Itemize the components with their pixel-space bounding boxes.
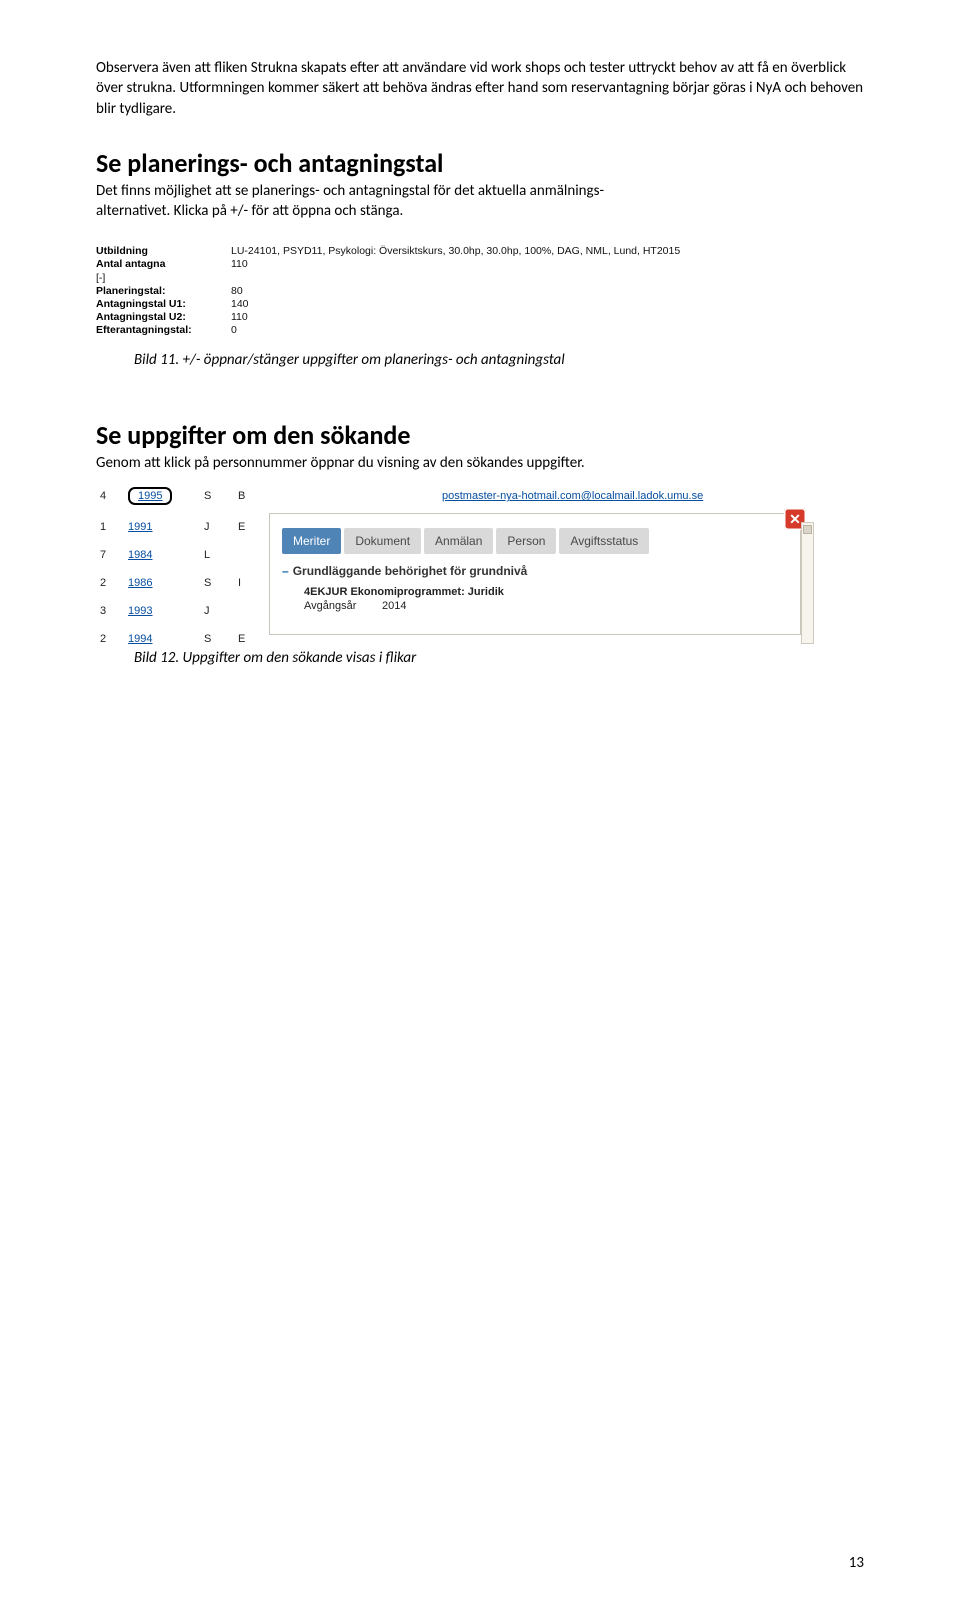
table-row[interactable]: 4 1995 S B postmaster-nya-hotmail.com@lo… (96, 483, 816, 509)
table-row[interactable]: 31993J (96, 597, 276, 625)
label-planeringstal: Planeringstal: (96, 285, 231, 298)
tabs: Meriter Dokument Anmälan Person Avgiftss… (282, 528, 790, 554)
value-avgangsar: 2014 (382, 600, 406, 612)
table-row[interactable]: 11991JE (96, 513, 276, 541)
label-antag-u1: Antagningstal U1: (96, 298, 231, 311)
collapse-toggle[interactable]: [-] (96, 272, 231, 285)
label-avgangsar: Avgångsår (304, 600, 376, 612)
label-antag-u2: Antagningstal U2: (96, 311, 231, 324)
program-block: 4EKJUR Ekonomiprogrammet: Juridik Avgång… (304, 586, 790, 612)
col-pnr[interactable]: 1984 (128, 549, 152, 561)
intro-paragraph: Observera även att fliken Strukna skapat… (96, 58, 864, 119)
value-antal-antagna: 110 (231, 258, 248, 271)
screenshot-planering: Utbildning LU-24101, PSYD11, Psykologi: … (96, 245, 864, 337)
col-email[interactable]: postmaster-nya-hotmail.com@localmail.lad… (442, 490, 703, 502)
heading-sokande: Se uppgifter om den sökande (96, 419, 864, 451)
applicant-panel: ✕ Meriter Dokument Anmälan Person Avgift… (269, 513, 801, 635)
caption-bild-11: Bild 11. +/- öppnar/stänger uppgifter om… (134, 351, 864, 369)
tab-anmalan[interactable]: Anmälan (424, 528, 493, 554)
value-planeringstal: 80 (231, 285, 243, 298)
table-rows-left: 11991JE 71984L 21986SI 31993J 21994SE (96, 513, 276, 653)
label-efterantag: Efterantagningstal: (96, 324, 231, 337)
label-utbildning: Utbildning (96, 245, 231, 258)
value-antag-u1: 140 (231, 298, 249, 311)
value-efterantag: 0 (231, 324, 237, 337)
col-pnr[interactable]: 1986 (128, 577, 152, 589)
scrollbar-thumb[interactable] (803, 525, 812, 534)
caption-lead-11: Bild 11. (134, 351, 183, 369)
col-index: 4 (100, 490, 128, 502)
sub-planering: Det finns möjlighet att se planerings- o… (96, 181, 864, 222)
caption-text-11: +/- öppnar/stänger uppgifter om planerin… (183, 351, 565, 369)
tab-person[interactable]: Person (496, 528, 556, 554)
tab-meriter[interactable]: Meriter (282, 528, 341, 554)
col-pnr[interactable]: 1995 (128, 487, 204, 505)
scrollbar[interactable] (801, 522, 814, 644)
program-name: 4EKJUR Ekonomiprogrammet: Juridik (304, 586, 790, 598)
sub-sokande: Genom att klick på personnummer öppnar d… (96, 453, 864, 473)
table-row[interactable]: 21986SI (96, 569, 276, 597)
value-utbildning: LU-24101, PSYD11, Psykologi: Översiktsku… (231, 245, 680, 258)
minus-icon[interactable]: – (282, 564, 289, 578)
heading-planering: Se planerings- och antagningstal (96, 147, 864, 179)
screenshot-sokande: 4 1995 S B postmaster-nya-hotmail.com@lo… (96, 483, 816, 635)
panel-section-heading: –Grundläggande behörighet för grundnivå (282, 564, 790, 578)
col-pnr[interactable]: 1993 (128, 605, 152, 617)
value-antag-u2: 110 (231, 311, 248, 324)
col-pnr[interactable]: 1994 (128, 633, 152, 645)
col-c2: B (238, 490, 272, 502)
tab-dokument[interactable]: Dokument (344, 528, 421, 554)
label-antal-antagna: Antal antagna (96, 258, 231, 271)
col-pnr[interactable]: 1991 (128, 521, 152, 533)
tab-avgiftsstatus[interactable]: Avgiftsstatus (559, 528, 649, 554)
table-row[interactable]: 71984L (96, 541, 276, 569)
col-c1: S (204, 490, 238, 502)
table-row[interactable]: 21994SE (96, 625, 276, 653)
page-number: 13 (849, 1554, 864, 1572)
